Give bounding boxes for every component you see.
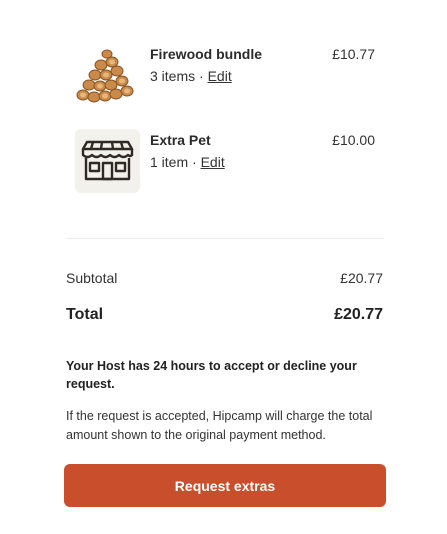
- subtotal-value: £20.77: [340, 270, 383, 286]
- payment-notice: If the request is accepted, Hipcamp will…: [66, 409, 373, 442]
- item-name: Extra Pet: [150, 132, 211, 148]
- item-price: £10.00: [332, 132, 375, 148]
- item-quantity-text: 3 items ·: [150, 68, 208, 84]
- firewood-icon: [75, 43, 140, 107]
- edit-link[interactable]: Edit: [208, 68, 232, 84]
- item-name: Firewood bundle: [150, 46, 262, 62]
- line-item-firewood-bundle: Firewood bundle 3 items · Edit £10.77: [75, 43, 383, 107]
- host-response-notice: Your Host has 24 hours to accept or decl…: [66, 359, 357, 391]
- item-quantity-text: 1 item ·: [150, 154, 201, 170]
- total-value: £20.77: [334, 306, 383, 323]
- subtotal-label: Subtotal: [66, 270, 118, 286]
- total-label: Total: [66, 306, 104, 323]
- item-quantity: 3 items · Edit: [150, 68, 232, 84]
- item-quantity: 1 item · Edit: [150, 154, 225, 170]
- divider: [66, 238, 384, 239]
- item-price: £10.77: [332, 46, 375, 62]
- edit-link[interactable]: Edit: [201, 154, 225, 170]
- request-extras-button[interactable]: Request extras: [64, 464, 386, 507]
- line-item-extra-pet: Extra Pet 1 item · Edit £10.00: [75, 129, 383, 193]
- storefront-icon: [75, 129, 140, 193]
